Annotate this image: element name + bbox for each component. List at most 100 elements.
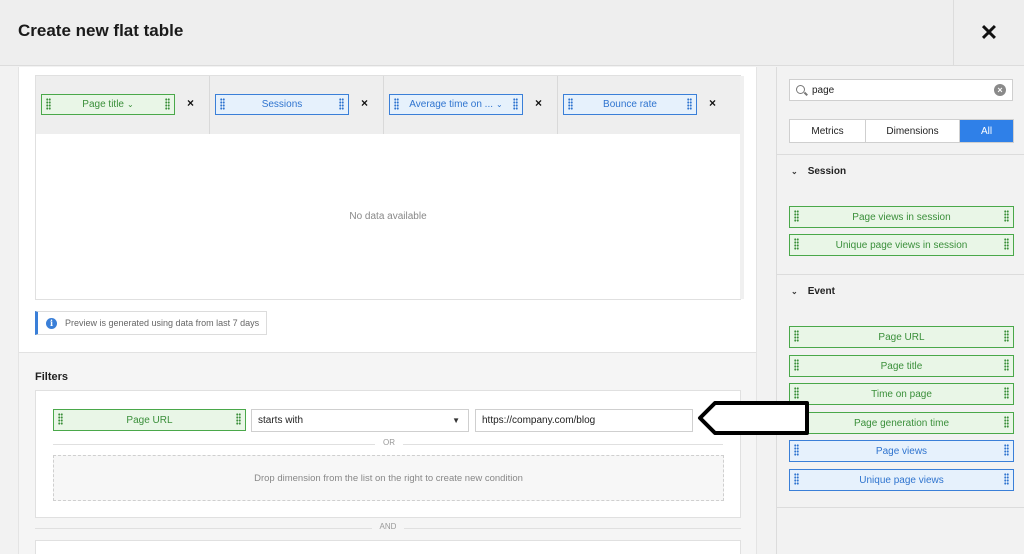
drag-handle-icon[interactable] (165, 98, 170, 110)
column-label: Page title (82, 99, 124, 110)
drop-zone-hint: Drop dimension from the list on the righ… (254, 472, 523, 484)
filters-section: Filters Page URL starts with ▼ https://c… (19, 352, 756, 554)
group-title-text: Event (807, 286, 835, 297)
field-chip[interactable]: Page views in session (789, 206, 1014, 228)
drag-handle-icon[interactable] (339, 98, 344, 110)
field-item[interactable]: Page views in session (789, 206, 1014, 228)
filter-operator-value: starts with (258, 415, 304, 426)
filter-dimension[interactable]: Page URL (53, 409, 246, 431)
column-chip-page-title[interactable]: Page title ⌄ (41, 94, 175, 115)
drag-handle-icon[interactable] (1004, 330, 1009, 342)
drag-handle-icon[interactable] (794, 238, 799, 250)
field-item[interactable]: Unique page views in session (789, 234, 1014, 256)
and-label: AND (35, 522, 741, 531)
field-chip[interactable]: Unique page views (789, 469, 1014, 491)
chevron-down-icon[interactable]: ⌄ (127, 100, 134, 109)
drag-handle-icon[interactable] (394, 98, 399, 110)
column-cell: Bounce rate × (558, 76, 732, 134)
field-item[interactable]: Unique page views (789, 469, 1014, 491)
field-chip[interactable]: Time on page (789, 383, 1014, 405)
chevron-down-icon: ▼ (452, 416, 460, 425)
field-item[interactable]: Page title (789, 355, 1014, 377)
preview-scrollbar[interactable] (740, 76, 744, 299)
field-label: Page generation time (853, 417, 950, 429)
or-label-text: OR (375, 438, 403, 447)
tab-dimensions[interactable]: Dimensions (866, 120, 960, 142)
drag-handle-icon[interactable] (1004, 210, 1009, 222)
drag-handle-icon[interactable] (794, 210, 799, 222)
field-item[interactable]: Time on page (789, 383, 1014, 405)
column-label: Sessions (261, 99, 303, 110)
field-chip[interactable]: Page URL (789, 326, 1014, 348)
drag-handle-icon[interactable] (46, 98, 51, 110)
drag-handle-icon[interactable] (236, 413, 241, 425)
remove-column-icon[interactable]: × (187, 96, 194, 110)
drag-handle-icon[interactable] (1004, 416, 1009, 428)
filters-title: Filters (35, 371, 69, 383)
column-chip-sessions[interactable]: Sessions (215, 94, 349, 115)
annotation-arrow-icon (698, 401, 809, 435)
column-header-row: Page title ⌄ × Sessions × Average time o… (36, 76, 740, 134)
chevron-down-icon[interactable]: ⌄ (496, 100, 503, 109)
drag-handle-icon[interactable] (794, 359, 799, 371)
group-header-event[interactable]: ⌄ Event (791, 286, 835, 297)
drag-handle-icon[interactable] (1004, 238, 1009, 250)
column-chip-bounce-rate[interactable]: Bounce rate (563, 94, 697, 115)
chevron-down-icon: ⌄ (791, 167, 798, 176)
field-picker-sidebar: page × Metrics Dimensions All ⌄ Session P… (776, 67, 1024, 554)
field-item[interactable]: Page URL (789, 326, 1014, 348)
group-header-session[interactable]: ⌄ Session (791, 166, 846, 177)
drag-handle-icon[interactable] (1004, 473, 1009, 485)
filter-value-input[interactable]: https://company.com/blog (475, 409, 693, 432)
field-item[interactable]: Page views (789, 440, 1014, 462)
field-chip[interactable]: Page title (789, 355, 1014, 377)
field-label: Unique page views in session (835, 239, 968, 251)
remove-column-icon[interactable]: × (709, 96, 716, 110)
field-label: Time on page (871, 388, 932, 400)
filter-dimension-chip[interactable]: Page URL (53, 409, 246, 431)
field-label: Page views in session (852, 211, 951, 223)
drag-handle-icon[interactable] (568, 98, 573, 110)
tab-all[interactable]: All (960, 120, 1013, 142)
field-chip[interactable]: Page views (789, 440, 1014, 462)
drag-handle-icon[interactable] (1004, 359, 1009, 371)
column-cell: Page title ⌄ × (36, 76, 210, 134)
drag-handle-icon[interactable] (220, 98, 225, 110)
field-item[interactable]: Page generation time (789, 412, 1014, 434)
condition-drop-zone[interactable]: Drop dimension from the list on the righ… (53, 455, 724, 501)
remove-column-icon[interactable]: × (361, 96, 368, 110)
field-chip[interactable]: Unique page views in session (789, 234, 1014, 256)
field-label: Page URL (878, 331, 925, 343)
drag-handle-icon[interactable] (794, 330, 799, 342)
drag-handle-icon[interactable] (58, 413, 63, 425)
tab-metrics[interactable]: Metrics (790, 120, 866, 142)
column-chip-average-time[interactable]: Average time on ... ⌄ (389, 94, 523, 115)
and-label-text: AND (371, 522, 405, 531)
clear-search-icon[interactable]: × (994, 84, 1006, 96)
drag-handle-icon[interactable] (1004, 387, 1009, 399)
or-label: OR (36, 438, 742, 447)
dialog-header: Create new flat table ✕ (0, 0, 1024, 66)
close-button[interactable]: ✕ (953, 0, 1024, 66)
group-title-text: Session (807, 166, 847, 177)
drag-handle-icon[interactable] (794, 444, 799, 456)
field-label: Page views (875, 445, 928, 457)
next-condition-group (35, 540, 741, 554)
drag-handle-icon[interactable] (513, 98, 518, 110)
field-chip[interactable]: Page generation time (789, 412, 1014, 434)
filter-operator-select[interactable]: starts with ▼ (251, 409, 469, 432)
search-input[interactable]: page × (789, 79, 1013, 101)
drag-handle-icon[interactable] (794, 387, 799, 399)
drag-handle-icon[interactable] (687, 98, 692, 110)
preview-note-text: Preview is generated using data from las… (65, 318, 260, 328)
filter-value-text: https://company.com/blog (482, 415, 596, 426)
drag-handle-icon[interactable] (794, 473, 799, 485)
group-divider (777, 507, 1024, 508)
group-divider (777, 154, 1024, 155)
column-cell: Sessions × (210, 76, 384, 134)
remove-column-icon[interactable]: × (535, 96, 542, 110)
search-value: page (812, 85, 835, 96)
dialog-title: Create new flat table (18, 21, 184, 40)
field-label: Page title (880, 360, 923, 372)
drag-handle-icon[interactable] (1004, 444, 1009, 456)
